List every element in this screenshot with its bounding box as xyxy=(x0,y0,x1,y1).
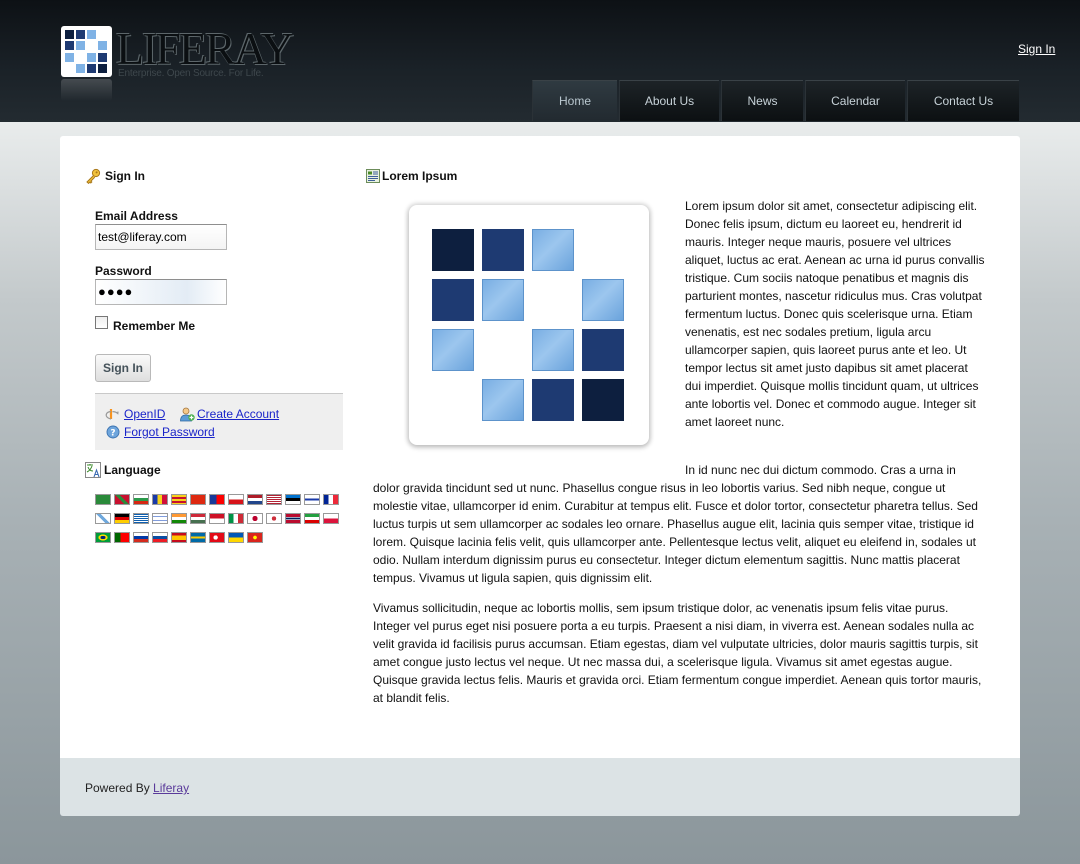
logo-square xyxy=(582,279,624,321)
flag-in_ID-icon[interactable] xyxy=(209,513,225,524)
content-paragraph-2: dolor gravida tincidunt sed ut nunc. Pha… xyxy=(373,481,978,585)
flag-et_EE-icon[interactable] xyxy=(285,494,301,505)
flag-fi_FI-icon[interactable] xyxy=(304,494,320,505)
flag-pl_PL-icon[interactable] xyxy=(323,513,339,524)
flag-ca_ES-icon[interactable] xyxy=(171,494,187,505)
create-account-link[interactable]: Create Account xyxy=(197,407,279,421)
flag-pt_PT-icon[interactable] xyxy=(114,532,130,543)
flag-en_US-icon[interactable] xyxy=(266,494,282,505)
flag-ar_SA-icon[interactable] xyxy=(95,494,111,505)
flag-sk_SK-icon[interactable] xyxy=(152,532,168,543)
nav-item-calendar[interactable]: Calendar xyxy=(805,80,905,121)
language-portlet-title: Language xyxy=(85,462,161,478)
logo-square xyxy=(532,329,574,371)
flag-hu_HU-icon[interactable] xyxy=(190,513,206,524)
liferay-footer-link[interactable]: Liferay xyxy=(153,781,189,795)
help-icon: ? xyxy=(106,425,120,439)
logo-square xyxy=(432,329,474,371)
add-user-icon xyxy=(180,407,195,422)
nav-item-news[interactable]: News xyxy=(721,80,803,121)
flag-cs_CZ-icon[interactable] xyxy=(228,494,244,505)
flag-nb_NO-icon[interactable] xyxy=(285,513,301,524)
flag-nl_NL-icon[interactable] xyxy=(247,494,263,505)
flag-gl_ES-icon[interactable] xyxy=(95,513,111,524)
flag-bg_BG-icon[interactable] xyxy=(133,494,149,505)
openid-link[interactable]: OpenID xyxy=(124,407,165,421)
password-label: Password xyxy=(95,264,152,278)
language-icon xyxy=(85,462,101,478)
flag-zh_CN-icon[interactable] xyxy=(190,494,206,505)
sign-in-portlet-title: Sign In xyxy=(85,168,145,184)
logo-square xyxy=(582,379,624,421)
header: LIFERAY Enterprise. Open Source. For Lif… xyxy=(0,0,1080,122)
language-title-text: Language xyxy=(104,463,161,477)
footer: Powered By Liferay xyxy=(60,758,1020,816)
powered-by: Powered By Liferay xyxy=(85,781,189,795)
logo-square xyxy=(432,279,474,321)
nav-item-contact-us[interactable]: Contact Us xyxy=(907,80,1019,121)
flag-fr_FR-icon[interactable] xyxy=(323,494,339,505)
liferay-logo[interactable]: LIFERAY Enterprise. Open Source. For Lif… xyxy=(61,26,294,102)
key-icon xyxy=(86,168,101,184)
logo-tagline: Enterprise. Open Source. For Life. xyxy=(118,68,264,79)
liferay-logo-image xyxy=(409,205,649,445)
password-field[interactable]: ●●●● xyxy=(95,279,227,305)
flag-ca_AD-icon[interactable] xyxy=(152,494,168,505)
flag-ru_RU-icon[interactable] xyxy=(133,532,149,543)
flag-fa_IR-icon[interactable] xyxy=(304,513,320,524)
email-label: Email Address xyxy=(95,209,178,223)
flag-it_IT-icon[interactable] xyxy=(228,513,244,524)
logo-reflection xyxy=(61,79,112,101)
logo-square xyxy=(582,329,624,371)
remember-me-label[interactable]: Remember Me xyxy=(113,319,195,333)
sign-in-links-panel: OpenID Create Account ? Forgot Password xyxy=(95,393,343,450)
remember-me-checkbox[interactable] xyxy=(95,316,108,329)
flag-hi_IN-icon[interactable] xyxy=(171,513,187,524)
content-paragraph-1: Lorem ipsum dolor sit amet, consectetur … xyxy=(685,199,985,429)
flag-vi_VN-icon[interactable] xyxy=(247,532,263,543)
lorem-ipsum-portlet-title: Lorem Ipsum xyxy=(366,169,457,183)
sign-in-button[interactable]: Sign In xyxy=(95,354,151,382)
flag-es_ES-icon[interactable] xyxy=(171,532,187,543)
flag-ko_KR-icon[interactable] xyxy=(266,513,282,524)
logo-square xyxy=(482,379,524,421)
flag-pt_BR-icon[interactable] xyxy=(95,532,111,543)
content-paragraph-3: Vivamus sollicitudin, neque ac lobortis … xyxy=(373,601,982,705)
nav-item-about-us[interactable]: About Us xyxy=(619,80,719,121)
email-field[interactable]: test@liferay.com xyxy=(95,224,227,250)
openid-icon xyxy=(105,409,119,420)
logo-square xyxy=(432,229,474,271)
main-navigation: Home About Us News Calendar Contact Us xyxy=(532,80,1021,122)
flag-iw_IL-icon[interactable] xyxy=(152,513,168,524)
logo-square xyxy=(482,229,524,271)
powered-by-text: Powered By xyxy=(85,781,150,795)
flag-el_GR-icon[interactable] xyxy=(133,513,149,524)
lorem-ipsum-title-text: Lorem Ipsum xyxy=(382,169,458,183)
logo-square xyxy=(532,379,574,421)
flag-uk_UA-icon[interactable] xyxy=(228,532,244,543)
logo-square xyxy=(532,229,574,271)
flag-tr_TR-icon[interactable] xyxy=(209,532,225,543)
flag-ja_JP-icon[interactable] xyxy=(247,513,263,524)
flag-de_DE-icon[interactable] xyxy=(114,513,130,524)
header-sign-in-link[interactable]: Sign In xyxy=(1018,42,1055,56)
flag-zh_TW-icon[interactable] xyxy=(209,494,225,505)
web-content-icon xyxy=(366,169,380,183)
nav-item-home[interactable]: Home xyxy=(532,80,617,121)
logo-mark-icon xyxy=(61,26,112,77)
logo-square xyxy=(482,279,524,321)
flag-sv_SE-icon[interactable] xyxy=(190,532,206,543)
logo-wordmark: LIFERAY xyxy=(116,23,294,74)
content-paragraph-2-lead: In id nunc nec dui dictum commodo. Cras … xyxy=(685,463,956,477)
sign-in-title-text: Sign In xyxy=(105,169,145,183)
forgot-password-link[interactable]: Forgot Password xyxy=(124,425,215,439)
flag-eu_ES-icon[interactable] xyxy=(114,494,130,505)
svg-text:?: ? xyxy=(110,429,115,439)
